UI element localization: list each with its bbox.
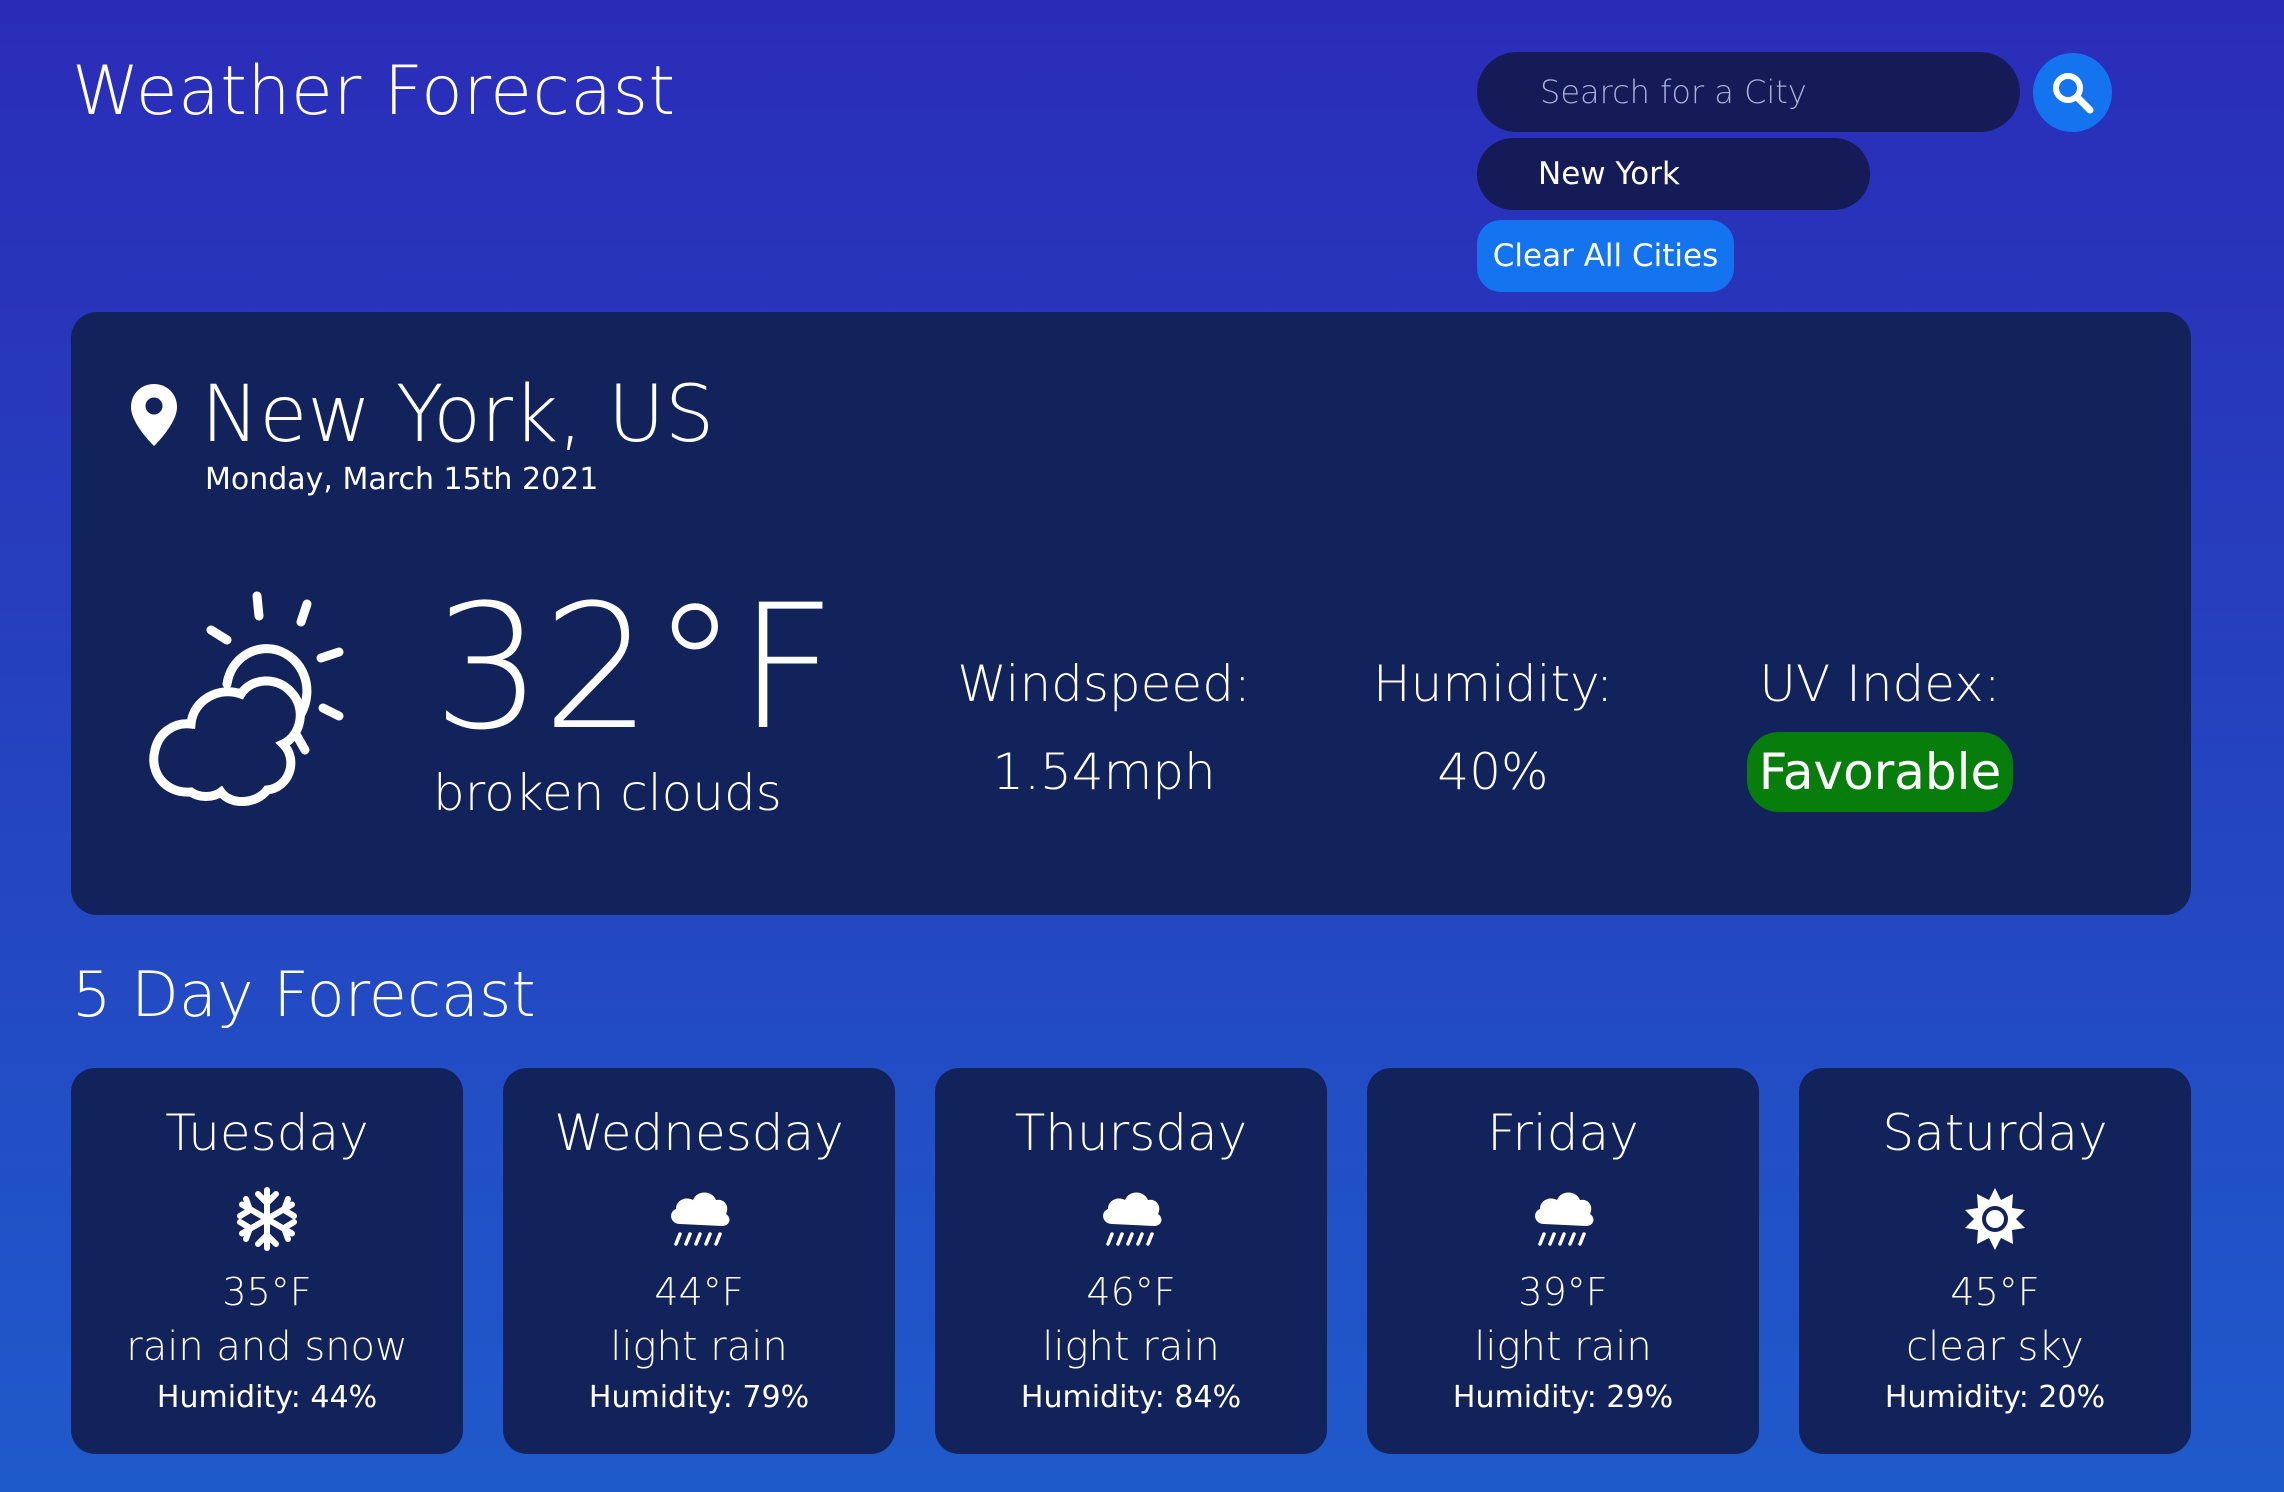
uv-index-label: UV Index:: [1759, 655, 2001, 713]
humidity-value: 40%: [1437, 743, 1549, 801]
location-row: New York, US: [129, 370, 714, 460]
forecast-humidity: Humidity: 29%: [1452, 1380, 1674, 1415]
windspeed-value: 1.54mph: [992, 743, 1216, 801]
forecast-description: light rain: [610, 1324, 788, 1370]
forecast-temp: 39°F: [1518, 1270, 1608, 1314]
forecast-card-thursday: Thursday 46°F light rain Humidity: 84%: [935, 1068, 1327, 1454]
uv-index-value-wrap: Favorable: [1710, 728, 2050, 816]
city-name: New York, US: [201, 370, 715, 460]
windspeed-stat: Windspeed: 1.54mph: [934, 648, 1274, 816]
forecast-card-wednesday: Wednesday 44°F light rain Humidity: 79%: [503, 1068, 895, 1454]
forecast-description: light rain: [1474, 1324, 1652, 1370]
search-button[interactable]: [2033, 53, 2112, 132]
rain-cloud-icon: [671, 1192, 730, 1246]
forecast-temp: 44°F: [654, 1270, 744, 1314]
rain-cloud-icon: [1535, 1192, 1594, 1246]
current-date: Monday, March 15th 2021: [205, 462, 599, 497]
forecast-day: Tuesday: [165, 1104, 369, 1162]
forecast-card-saturday: Saturday 45°F clear sky Humidity: 20%: [1799, 1068, 2191, 1454]
forecast-description: light rain: [1042, 1324, 1220, 1370]
forecast-humidity: Humidity: 79%: [588, 1380, 810, 1415]
clear-cities-button[interactable]: Clear All Cities: [1477, 220, 1734, 292]
forecast-temp: 46°F: [1086, 1270, 1176, 1314]
forecast-card-friday: Friday 39°F light rain Humidity: 29%: [1367, 1068, 1759, 1454]
humidity-label: Humidity:: [1373, 655, 1613, 713]
location-pin-icon: [131, 384, 177, 446]
city-search-input[interactable]: [1477, 52, 2020, 132]
forecast-description: clear sky: [1906, 1324, 2084, 1370]
snowflake-icon: [237, 1187, 297, 1251]
forecast-temp: 35°F: [222, 1270, 312, 1314]
current-description: broken clouds: [433, 764, 782, 822]
forecast-day: Wednesday: [554, 1104, 844, 1162]
partly-cloudy-icon: [149, 591, 344, 806]
forecast-humidity: Humidity: 20%: [1884, 1380, 2106, 1415]
forecast-humidity: Humidity: 84%: [1020, 1380, 1242, 1415]
rain-cloud-icon: [1103, 1192, 1162, 1246]
history-city-button[interactable]: New York: [1477, 138, 1870, 210]
current-weather-card: New York, US Monday, March 15th 2021 32°…: [71, 312, 2191, 915]
current-temperature: 32°F: [433, 567, 837, 768]
forecast-day: Saturday: [1882, 1104, 2108, 1162]
forecast-temp: 45°F: [1950, 1270, 2040, 1314]
windspeed-label: Windspeed:: [957, 655, 1251, 713]
sun-icon: [1965, 1188, 2025, 1250]
search-icon: [2052, 72, 2093, 113]
humidity-stat: Humidity: 40%: [1323, 648, 1663, 816]
forecast-card-tuesday: Tuesday 35°F rain and snow Humidity: 44%: [71, 1068, 463, 1454]
app-title: Weather Forecast: [72, 52, 676, 131]
uv-index-stat: UV Index: Favorable: [1710, 648, 2050, 816]
forecast-humidity: Humidity: 44%: [156, 1380, 378, 1415]
forecast-day: Thursday: [1014, 1104, 1248, 1162]
forecast-day: Friday: [1487, 1104, 1639, 1162]
forecast-title: 5 Day Forecast: [72, 958, 536, 1031]
forecast-description: rain and snow: [126, 1324, 408, 1370]
uv-index-badge: Favorable: [1746, 732, 2014, 812]
